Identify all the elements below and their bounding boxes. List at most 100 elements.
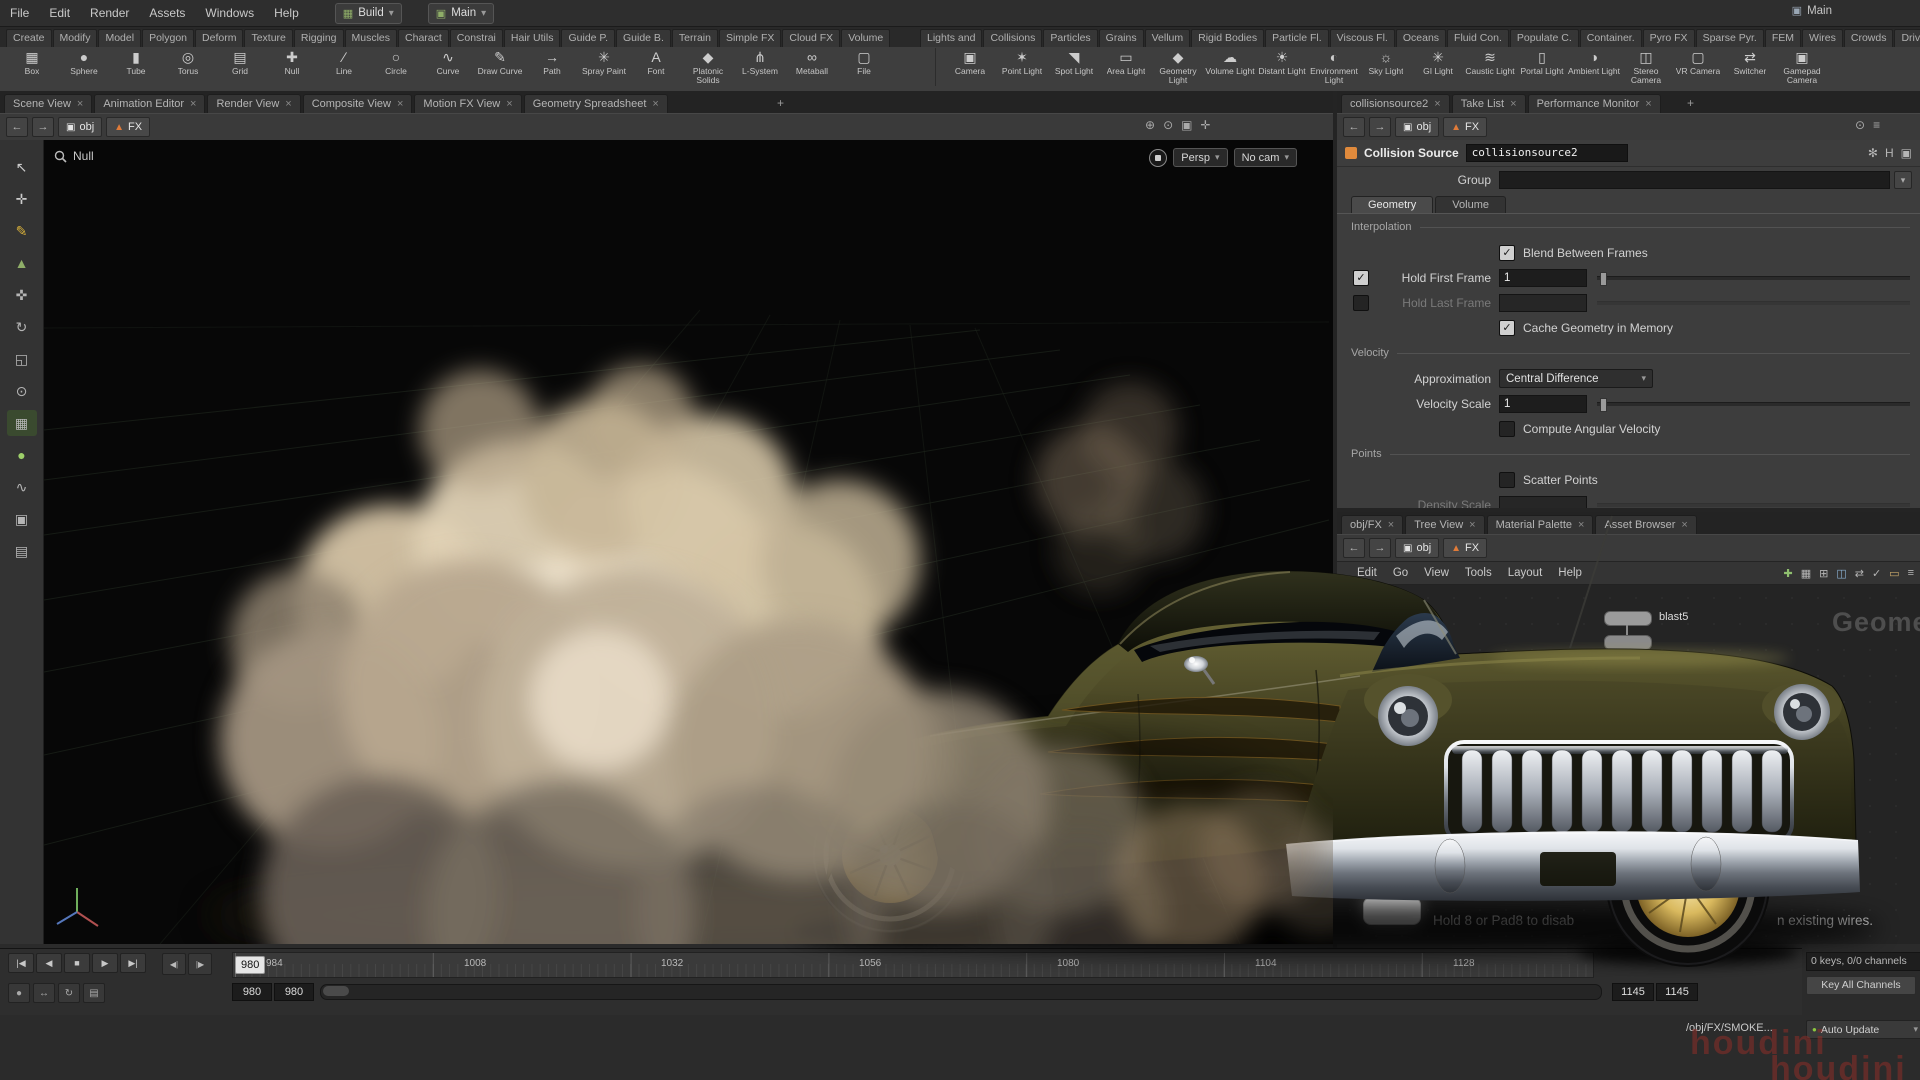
shelf-tool[interactable]: ∕ Line — [318, 48, 370, 86]
grid-snap-icon[interactable]: ▦ — [7, 410, 37, 436]
breadcrumb-obj[interactable]: ▣ obj — [58, 117, 102, 137]
pane-tab[interactable]: collisionsource2 × — [1341, 94, 1450, 113]
breadcrumb-obj[interactable]: ▣ obj — [1395, 117, 1439, 137]
shelf-tab[interactable]: Model — [98, 29, 141, 47]
edit-icon[interactable]: ✎ — [7, 218, 37, 244]
go-end-icon[interactable]: ▶| — [120, 953, 146, 973]
menu-item[interactable]: Assets — [139, 0, 195, 26]
hold-last-frame-field[interactable] — [1499, 294, 1587, 312]
shelf-tab[interactable]: Pyro FX — [1643, 29, 1695, 47]
blend-between-frames-checkbox[interactable]: ✓ — [1499, 245, 1515, 261]
current-frame-indicator[interactable]: 980 — [235, 956, 265, 974]
shelf-tab[interactable]: Rigging — [294, 29, 344, 47]
hold-first-frame-field[interactable]: 1 — [1499, 269, 1587, 287]
close-icon[interactable]: × — [506, 98, 512, 110]
density-scale-slider[interactable] — [1597, 503, 1910, 507]
shelf-tool[interactable]: ✳ Spray Paint — [578, 48, 630, 86]
forward-button[interactable]: → — [32, 117, 54, 137]
density-scale-field[interactable] — [1499, 496, 1587, 509]
shelf-tool[interactable]: ▣ Camera — [944, 48, 996, 86]
menu-item[interactable]: File — [0, 0, 39, 26]
menu-item[interactable]: Edit — [39, 0, 80, 26]
shelf-tab[interactable]: Modify — [53, 29, 98, 47]
auto-update-selector[interactable]: ● Auto Update ▾ — [1806, 1020, 1920, 1039]
layout-nodes-icon[interactable]: ▦ — [1801, 567, 1811, 580]
snap-grid-icon[interactable]: ⊞ — [1819, 567, 1828, 580]
node[interactable] — [1604, 635, 1652, 650]
shelf-tool[interactable]: ✶ Point Light — [996, 48, 1048, 86]
rig-icon[interactable]: ✛ — [1200, 118, 1210, 132]
shelf-tool[interactable]: ✚ Null — [266, 48, 318, 86]
compute-angular-velocity-checkbox[interactable] — [1499, 421, 1515, 437]
shelf-tab[interactable]: Vellum — [1145, 29, 1191, 47]
desktop-indicator[interactable]: ▣ Main — [1792, 4, 1832, 17]
back-button[interactable]: ← — [1343, 538, 1365, 558]
hold-last-frame-enable-checkbox[interactable] — [1353, 295, 1369, 311]
hold-last-frame-slider[interactable] — [1597, 301, 1910, 305]
shelf-tool[interactable]: ✎ Draw Curve — [474, 48, 526, 86]
new-tab-button[interactable]: + — [770, 93, 791, 113]
shelf-tab[interactable]: Guide P. — [561, 29, 615, 47]
prev-keyframe-icon[interactable]: ◀| — [162, 953, 186, 975]
projection-selector[interactable]: Persp ▾ — [1173, 148, 1227, 167]
pin-icon[interactable]: ⊙ — [1163, 118, 1173, 132]
close-icon[interactable]: × — [1510, 98, 1516, 110]
snap-icon[interactable]: ⊙ — [7, 378, 37, 404]
group-select-button[interactable]: ▾ — [1894, 171, 1912, 189]
menu-item[interactable]: Layout — [1500, 560, 1551, 586]
menu-item[interactable]: Go — [1385, 560, 1416, 586]
loop-icon[interactable]: ↻ — [58, 983, 80, 1003]
shelf-tab[interactable]: Collisions — [983, 29, 1042, 47]
scene-viewport[interactable]: Null Persp ▾ No cam ▾ — [44, 140, 1333, 944]
color-palette-icon[interactable]: ▭ — [1889, 567, 1899, 580]
pane-tab[interactable]: Geometry Spreadsheet × — [524, 94, 668, 113]
menu-icon[interactable]: ≡ — [1908, 567, 1914, 580]
shelf-tab[interactable]: Drive Sim — [1894, 29, 1920, 47]
node-blast5[interactable] — [1604, 611, 1652, 626]
menu-item[interactable]: Help — [264, 0, 309, 26]
shelf-tab[interactable]: Simple FX — [719, 29, 781, 47]
shelf-tool[interactable]: ● Sphere — [58, 48, 110, 86]
shelf-tab[interactable]: Wires — [1802, 29, 1843, 47]
shelf-tool[interactable]: ◆ Geometry Light — [1152, 48, 1204, 86]
camera-lock-button[interactable] — [1149, 149, 1167, 167]
close-icon[interactable]: × — [190, 98, 196, 110]
shelf-tab[interactable]: Terrain — [672, 29, 718, 47]
close-icon[interactable]: × — [1469, 519, 1475, 531]
back-button[interactable]: ← — [1343, 117, 1365, 137]
forward-button[interactable]: → — [1369, 538, 1391, 558]
handles-icon[interactable]: ✛ — [7, 186, 37, 212]
back-button[interactable]: ← — [6, 117, 28, 137]
shelf-tab[interactable]: Texture — [244, 29, 292, 47]
shelf-tool[interactable]: ▦ Box — [6, 48, 58, 86]
breadcrumb-fx[interactable]: ▲ FX — [1443, 538, 1487, 558]
node-highlighted[interactable] — [1363, 897, 1421, 925]
viewport-camera-icon[interactable]: ▣ — [7, 506, 37, 532]
shelf-tab[interactable]: Oceans — [1396, 29, 1446, 47]
pane-tab[interactable]: Motion FX View × — [414, 94, 521, 113]
global-start-field[interactable]: 980 — [232, 983, 272, 1001]
close-icon[interactable]: × — [1434, 98, 1440, 110]
menu-icon[interactable]: ≡ — [1873, 118, 1880, 132]
shelf-tool[interactable]: ▣ Gamepad Camera — [1776, 48, 1828, 86]
global-end-field[interactable]: 1145 — [1656, 983, 1698, 1001]
group-field[interactable] — [1499, 171, 1890, 189]
approximation-dropdown[interactable]: Central Difference ▾ — [1499, 369, 1653, 388]
shelf-tab[interactable]: Populate C. — [1510, 29, 1579, 47]
pane-tab[interactable]: Render View × — [207, 94, 300, 113]
cache-geometry-checkbox[interactable]: ✓ — [1499, 320, 1515, 336]
shelf-tool[interactable]: ✳ GI Light — [1412, 48, 1464, 86]
shelf-tool[interactable]: ☼ Sky Light — [1360, 48, 1412, 86]
rotate-icon[interactable]: ↻ — [7, 314, 37, 340]
sculpt-icon[interactable]: ▲ — [7, 250, 37, 276]
forward-button[interactable]: → — [1369, 117, 1391, 137]
timeline-ruler[interactable]: 980 984100810321056108011041128 — [232, 952, 1594, 978]
pane-tab[interactable]: Take List × — [1452, 94, 1526, 113]
wire-icon[interactable]: ∿ — [7, 474, 37, 500]
help-icon[interactable]: H — [1885, 146, 1894, 160]
shelf-tab[interactable]: Polygon — [142, 29, 194, 47]
pin-icon[interactable]: ⊙ — [1855, 118, 1865, 132]
pane-tab[interactable]: Scene View × — [4, 94, 92, 113]
shelf-tab[interactable]: Rigid Bodies — [1191, 29, 1264, 47]
shelf-tab[interactable]: Viscous Fl. — [1330, 29, 1395, 47]
